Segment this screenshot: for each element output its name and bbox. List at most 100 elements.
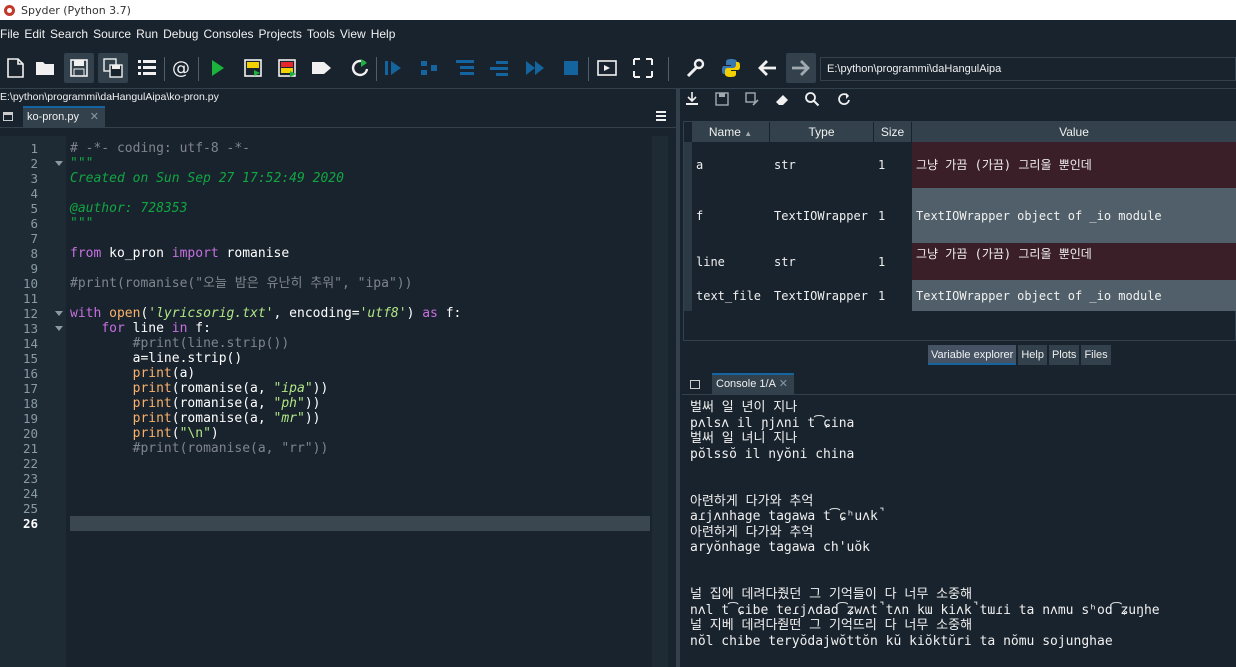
code-line[interactable]: #print(line.strip()): [70, 336, 290, 351]
row-selector[interactable]: [684, 280, 692, 311]
code-line[interactable]: with open('lyricsorig.txt', encoding='ut…: [70, 306, 461, 321]
save-data-icon[interactable]: [714, 91, 732, 109]
variable-value-cell[interactable]: 그냥 가끔 (가끔) 그리울 뿐인데: [912, 142, 1236, 188]
code-editor[interactable]: 1 2 3 4 5 6 7 8 9 10 11 12 13 14 15 16 17 18 19 20 21 22 23 24 2…: [0, 136, 668, 667]
variable-value-cell[interactable]: TextIOWrapper object of _io module: [912, 280, 1236, 311]
refresh-icon[interactable]: [836, 91, 854, 109]
ipython-console[interactable]: 벌써 일 년이 지나 pʌlsʌ il ɲjʌni t͡ɕina 벌써 일 녀니 지…: [690, 400, 1236, 667]
menu-edit[interactable]: Edit: [24, 22, 50, 47]
close-console-icon[interactable]: ✕: [779, 375, 788, 393]
variable-size-cell[interactable]: 1: [874, 280, 912, 311]
fullscreen-icon[interactable]: [628, 53, 658, 83]
variable-size-cell[interactable]: 1: [874, 188, 912, 243]
code-line[interactable]: print(a): [70, 366, 196, 381]
step-into-icon[interactable]: [450, 53, 480, 83]
variable-name-cell[interactable]: text_file: [692, 280, 770, 311]
code-line[interactable]: """: [70, 216, 93, 231]
close-tab-icon[interactable]: ✕: [90, 108, 99, 126]
working-directory-input[interactable]: E:\python\programmi\daHangulAipa: [820, 57, 1236, 81]
code-line[interactable]: # -*- coding: utf-8 -*-: [70, 141, 250, 156]
fold-toggle-icon[interactable]: [55, 311, 63, 316]
column-header-value[interactable]: Value: [912, 122, 1236, 142]
variable-type-cell[interactable]: str: [770, 142, 874, 188]
save-all-icon[interactable]: [98, 53, 128, 83]
rerun-icon[interactable]: [344, 53, 374, 83]
tab-variable-explorer[interactable]: Variable explorer: [928, 345, 1017, 365]
open-folder-icon[interactable]: [30, 53, 60, 83]
search-icon[interactable]: [804, 91, 822, 109]
code-line[interactable]: print(romanise(a, "ph")): [70, 396, 321, 411]
code-line[interactable]: @author: 728353: [70, 201, 187, 216]
back-arrow-icon[interactable]: [752, 53, 782, 83]
fold-toggle-icon[interactable]: [55, 326, 63, 331]
tab-ko-pron[interactable]: ko-pron.py ✕: [23, 106, 105, 128]
list-icon[interactable]: [132, 53, 162, 83]
stop-icon[interactable]: [556, 53, 586, 83]
python-icon[interactable]: [716, 53, 746, 83]
code-line[interactable]: #print(romanise("오늘 밤은 유난히 추워", "ipa")): [70, 276, 412, 291]
fold-toggle-icon[interactable]: [55, 161, 63, 166]
save-icon[interactable]: [64, 53, 94, 83]
code-line[interactable]: """: [70, 156, 93, 171]
variable-size-cell[interactable]: 1: [874, 243, 912, 280]
browse-tabs-icon[interactable]: [3, 112, 13, 121]
save-data-as-icon[interactable]: [744, 91, 762, 109]
code-line[interactable]: print("\n"): [70, 426, 219, 441]
run-selection-icon[interactable]: [306, 53, 336, 83]
editor-options-menu-icon[interactable]: [656, 111, 666, 121]
variable-type-cell[interactable]: TextIOWrapper: [770, 280, 874, 311]
forward-arrow-icon[interactable]: [786, 53, 816, 83]
import-data-icon[interactable]: [684, 91, 702, 109]
tab-console[interactable]: Console 1/A ✕: [712, 373, 794, 395]
menu-view[interactable]: View: [340, 22, 371, 47]
maximize-pane-icon[interactable]: [592, 53, 622, 83]
menu-consoles[interactable]: Consoles: [203, 22, 258, 47]
wrench-icon[interactable]: [680, 53, 710, 83]
at-sign-icon[interactable]: @: [166, 53, 196, 83]
menu-tools[interactable]: Tools: [307, 22, 340, 47]
variable-name-cell[interactable]: line: [692, 243, 770, 280]
row-selector[interactable]: [684, 188, 692, 243]
code-line[interactable]: for line in f:: [70, 321, 211, 336]
code-line[interactable]: a=line.strip(): [70, 351, 243, 366]
variable-name-cell[interactable]: a: [692, 142, 770, 188]
tab-plots[interactable]: Plots: [1048, 345, 1080, 365]
menu-projects[interactable]: Projects: [259, 22, 307, 47]
row-selector[interactable]: [684, 243, 692, 280]
column-header-type[interactable]: Type: [770, 122, 874, 142]
run-icon[interactable]: [202, 53, 232, 83]
code-line[interactable]: print(romanise(a, "ipa")): [70, 381, 329, 396]
tab-files[interactable]: Files: [1081, 345, 1111, 365]
new-file-icon[interactable]: [0, 53, 30, 83]
column-header-size[interactable]: Size: [874, 122, 912, 142]
code-line[interactable]: from ko_pron import romanise: [70, 246, 289, 261]
variable-value-cell[interactable]: 그냥 가끔 (가끔) 그리울 뿐인데: [912, 243, 1236, 280]
menu-debug[interactable]: Debug: [163, 22, 203, 47]
editor-scrollbar[interactable]: [652, 136, 668, 667]
variable-name-cell[interactable]: f: [692, 188, 770, 243]
code-line[interactable]: Created on Sun Sep 27 17:52:49 2020: [70, 171, 344, 186]
menu-source[interactable]: Source: [93, 22, 136, 47]
browse-console-tabs-icon[interactable]: [690, 380, 700, 389]
column-header-name[interactable]: Name ▲: [692, 122, 770, 142]
menu-help[interactable]: Help: [371, 22, 401, 47]
menu-run[interactable]: Run: [136, 22, 163, 47]
menu-file[interactable]: File: [0, 22, 24, 47]
continue-icon[interactable]: [520, 53, 550, 83]
variable-type-cell[interactable]: str: [770, 243, 874, 280]
variable-value-cell[interactable]: TextIOWrapper object of _io module: [912, 188, 1236, 243]
run-cell-icon[interactable]: [238, 53, 268, 83]
step-return-icon[interactable]: [484, 53, 514, 83]
tab-help[interactable]: Help: [1018, 345, 1047, 365]
debug-icon[interactable]: [378, 53, 408, 83]
variable-explorer-table[interactable]: Name ▲ Type Size Value a str 1 그냥 가끔 (가끔) 그…: [683, 121, 1236, 341]
pane-splitter[interactable]: [676, 89, 680, 667]
code-line[interactable]: #print(romanise(a, "rr")): [70, 441, 329, 456]
variable-size-cell[interactable]: 1: [874, 142, 912, 188]
variable-type-cell[interactable]: TextIOWrapper: [770, 188, 874, 243]
row-selector[interactable]: [684, 142, 692, 188]
code-line[interactable]: print(romanise(a, "mr")): [70, 411, 321, 426]
eraser-icon[interactable]: [774, 91, 792, 109]
menu-search[interactable]: Search: [50, 22, 93, 47]
run-cell-advance-icon[interactable]: [272, 53, 302, 83]
